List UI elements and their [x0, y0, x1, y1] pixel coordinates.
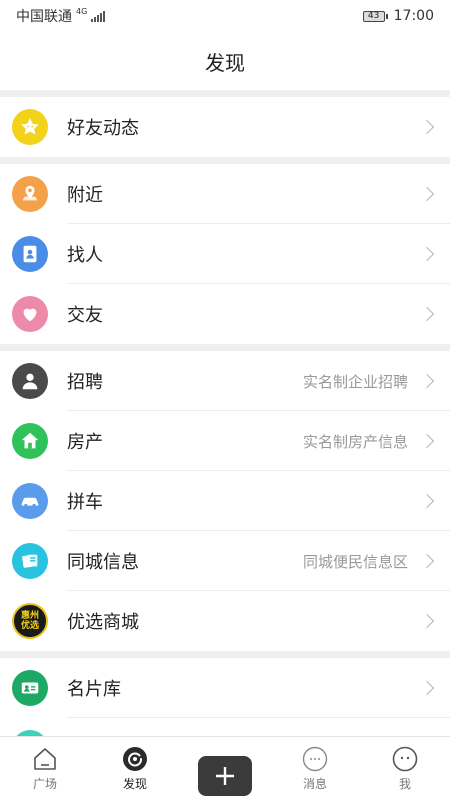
- chevron-right-icon: [419, 246, 435, 262]
- list-item-carpool[interactable]: 拼车: [0, 471, 450, 531]
- star-icon: [12, 109, 48, 145]
- row-label: 优选商城: [67, 612, 139, 633]
- chevron-right-icon: [419, 553, 435, 569]
- chevron-right-icon: [419, 680, 435, 696]
- tab-label: 我: [398, 777, 411, 791]
- list-item-find-people[interactable]: 找人: [0, 224, 450, 284]
- discover-icon: [122, 746, 148, 772]
- chevron-right-icon: [419, 493, 435, 509]
- home-icon: [32, 746, 58, 772]
- mall-logo-line2: 优选: [20, 621, 39, 631]
- person-icon: [12, 363, 48, 399]
- tab-plaza[interactable]: 广场: [0, 737, 90, 792]
- discover-list: 好友动态 附近 找人 交友 招聘 实名制企业招聘 房产 实名制房产信息 拼车 同…: [0, 90, 450, 778]
- chevron-right-icon: [419, 186, 435, 202]
- row-label: 拼车: [67, 492, 103, 513]
- tab-messages[interactable]: 消息: [270, 737, 360, 792]
- chevron-right-icon: [419, 119, 435, 135]
- tab-label: 发现: [122, 777, 147, 791]
- map-pin-icon: [12, 176, 48, 212]
- group-separator: [0, 344, 450, 351]
- status-bar: 中国联通 4G 43 17:00: [0, 0, 450, 32]
- row-label: 名片库: [67, 679, 121, 700]
- row-label: 房产: [67, 432, 103, 453]
- list-item-local-info[interactable]: 同城信息 同城便民信息区: [0, 531, 450, 591]
- list-item-select-mall[interactable]: 惠州 优选 优选商城: [0, 591, 450, 651]
- battery-level: 43: [362, 10, 385, 22]
- car-icon: [12, 483, 48, 519]
- carrier-name: 中国联通: [16, 9, 72, 25]
- list-item-business-cards[interactable]: 名片库: [0, 658, 450, 718]
- group-separator: [0, 157, 450, 164]
- chevron-right-icon: [419, 613, 435, 629]
- group-separator: [0, 651, 450, 658]
- tab-discover[interactable]: 发现: [90, 737, 180, 792]
- network-type: 4G: [76, 6, 88, 16]
- bottom-tab-bar: 广场 发现 消息 我: [0, 736, 450, 800]
- list-item-real-estate[interactable]: 房产 实名制房产信息: [0, 411, 450, 471]
- row-label: 好友动态: [67, 118, 139, 139]
- tab-label: 消息: [302, 777, 327, 791]
- tab-label: 广场: [32, 777, 57, 791]
- chevron-right-icon: [419, 433, 435, 449]
- mall-logo-line1: 惠州: [20, 611, 39, 621]
- group-separator: [0, 90, 450, 97]
- row-label: 招聘: [67, 372, 103, 393]
- status-right: 43 17:00: [362, 8, 434, 24]
- battery-icon: 43: [362, 10, 388, 22]
- row-label: 找人: [67, 245, 103, 266]
- chevron-right-icon: [419, 306, 435, 322]
- row-subtitle: 实名制房产信息: [302, 432, 408, 451]
- profile-icon: [392, 746, 418, 772]
- signal-icon: [91, 10, 106, 22]
- row-subtitle: 实名制企业招聘: [302, 372, 408, 391]
- tab-me[interactable]: 我: [360, 737, 450, 792]
- house-icon: [12, 423, 48, 459]
- row-subtitle: 同城便民信息区: [302, 552, 408, 571]
- list-item-nearby[interactable]: 附近: [0, 164, 450, 224]
- clock: 17:00: [393, 8, 434, 24]
- mall-logo: 惠州 优选: [12, 603, 48, 639]
- list-item-friend-feed[interactable]: 好友动态: [0, 97, 450, 157]
- contacts-icon: [12, 236, 48, 272]
- heart-icon: [12, 296, 48, 332]
- list-item-make-friends[interactable]: 交友: [0, 284, 450, 344]
- row-label: 同城信息: [67, 552, 139, 573]
- row-label: 交友: [67, 305, 103, 326]
- page-title: 发现: [205, 50, 245, 75]
- list-item-recruitment[interactable]: 招聘 实名制企业招聘: [0, 351, 450, 411]
- status-left: 中国联通 4G: [16, 6, 106, 26]
- card-icon: [12, 670, 48, 706]
- tab-post[interactable]: [180, 737, 270, 796]
- plus-icon[interactable]: [198, 756, 252, 796]
- row-label: 附近: [67, 185, 103, 206]
- chevron-right-icon: [419, 373, 435, 389]
- cards-icon: [12, 543, 48, 579]
- message-icon: [302, 746, 328, 772]
